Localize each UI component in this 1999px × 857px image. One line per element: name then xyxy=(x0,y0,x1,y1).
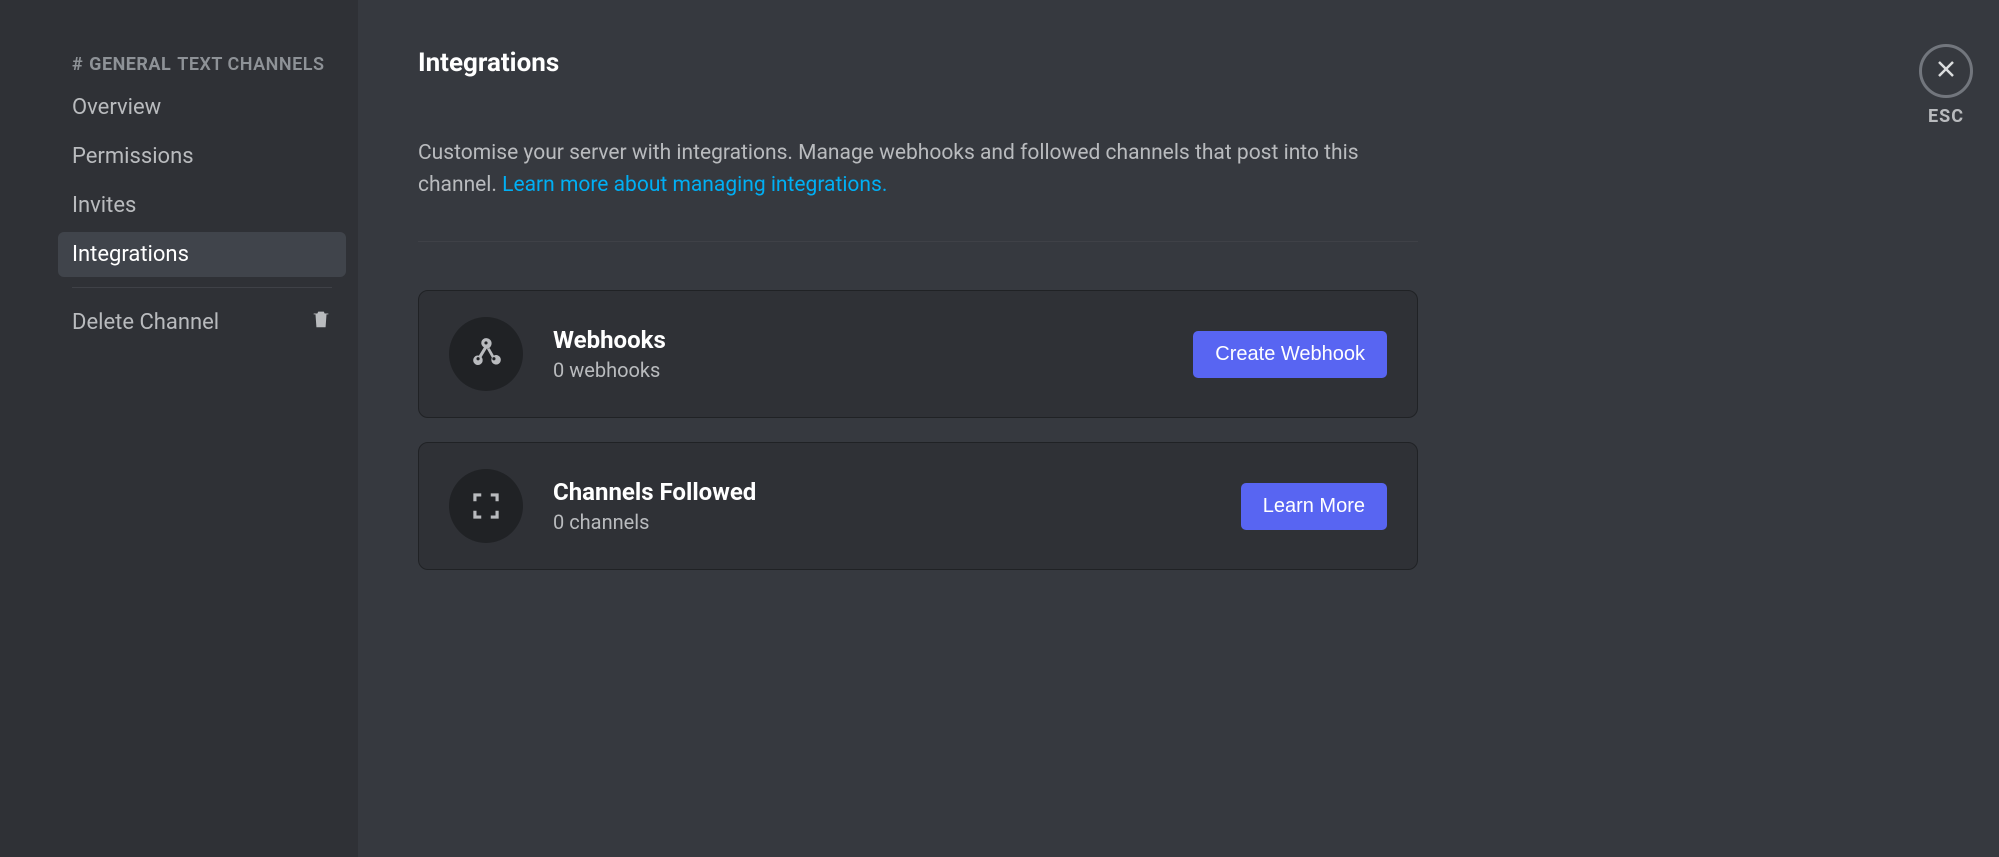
channels-followed-subtitle: 0 channels xyxy=(553,510,1241,534)
sidebar-item-label: Overview xyxy=(72,95,161,120)
content-divider xyxy=(418,241,1418,242)
channels-followed-card-body: Channels Followed 0 channels xyxy=(553,478,1241,534)
close-area: ESC xyxy=(1919,44,1973,127)
sidebar-item-label: Integrations xyxy=(72,242,189,267)
sidebar-item-delete-channel[interactable]: Delete Channel xyxy=(58,298,346,346)
channel-name: GENERAL xyxy=(89,54,171,75)
close-button[interactable] xyxy=(1919,44,1973,98)
page-title: Integrations xyxy=(418,48,1919,78)
sidebar-header: # GENERAL TEXT CHANNELS xyxy=(58,48,346,85)
sidebar-item-overview[interactable]: Overview xyxy=(58,85,346,130)
main-content: Integrations Customise your server with … xyxy=(358,0,1999,857)
webhooks-title: Webhooks xyxy=(553,326,1193,354)
webhooks-subtitle: 0 webhooks xyxy=(553,358,1193,382)
sidebar-item-permissions[interactable]: Permissions xyxy=(58,134,346,179)
channels-followed-icon xyxy=(449,469,523,543)
webhook-icon xyxy=(449,317,523,391)
sidebar-item-label: Delete Channel xyxy=(72,310,219,335)
channels-followed-title: Channels Followed xyxy=(553,478,1241,506)
sidebar-item-label: Permissions xyxy=(72,144,194,169)
webhooks-card-body: Webhooks 0 webhooks xyxy=(553,326,1193,382)
sidebar-item-integrations[interactable]: Integrations xyxy=(58,232,346,277)
trash-icon xyxy=(310,308,332,336)
esc-label: ESC xyxy=(1919,106,1973,127)
channel-type-label: TEXT CHANNELS xyxy=(177,54,324,75)
close-icon xyxy=(1934,57,1958,85)
channels-followed-card: Channels Followed 0 channels Learn More xyxy=(418,442,1418,570)
webhooks-card: Webhooks 0 webhooks Create Webhook xyxy=(418,290,1418,418)
page-description: Customise your server with integrations.… xyxy=(418,138,1418,201)
hash-icon: # xyxy=(72,54,83,75)
sidebar: # GENERAL TEXT CHANNELS Overview Permiss… xyxy=(0,0,358,857)
sidebar-item-invites[interactable]: Invites xyxy=(58,183,346,228)
learn-more-link[interactable]: Learn more about managing integrations. xyxy=(502,173,887,197)
sidebar-item-label: Invites xyxy=(72,193,136,218)
learn-more-button[interactable]: Learn More xyxy=(1241,483,1387,530)
create-webhook-button[interactable]: Create Webhook xyxy=(1193,331,1387,378)
sidebar-divider xyxy=(72,287,332,288)
